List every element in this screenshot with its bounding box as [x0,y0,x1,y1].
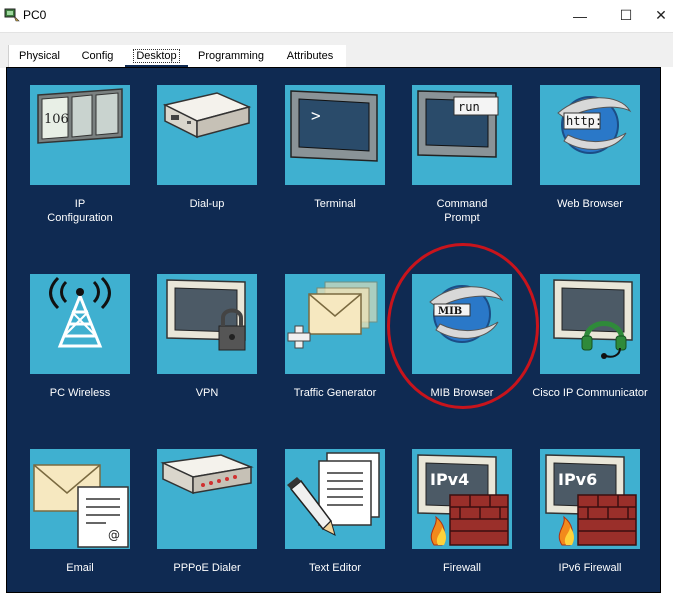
app-label: Command Prompt [436,198,488,224]
text-editor-icon [287,452,380,536]
minimize-button[interactable]: — [557,0,603,31]
tab-programming[interactable]: Programming [188,45,274,67]
maximize-button[interactable]: ☐ [603,0,649,31]
wireless-antenna-icon [49,276,111,348]
app-label: Firewall [443,562,481,574]
tab-attributes[interactable]: Attributes [274,45,346,67]
svg-text:http:: http: [566,114,602,128]
desktop-panel: 106 IP Configuration Dial-up > Terminal … [6,67,661,593]
packet-tracer-pc-icon [4,8,20,22]
app-label: PPPoE Dialer [173,562,241,574]
web-browser-icon: http: [557,96,632,154]
ip-config-icon: 106 [37,88,123,144]
app-label: Traffic Generator [293,387,377,399]
tab-desktop[interactable]: Desktop [125,45,188,69]
window-title: PC0 [23,8,47,22]
pc0-window: PC0 — ☐ ✕ Physical Config Desktop Progra… [0,0,673,593]
terminal-icon: > [290,90,378,162]
app-label: MIB Browser [430,387,494,399]
svg-text:106: 106 [44,112,69,127]
title-bar: PC0 — ☐ ✕ [0,0,673,32]
svg-text:MIB: MIB [438,306,462,317]
firewall-icon: IPv4 [417,454,509,546]
app-label: IP Configuration [47,198,113,224]
tab-physical[interactable]: Physical [8,45,70,67]
app-label: IPv6 Firewall [558,562,622,574]
close-icon: ✕ [655,7,667,23]
vpn-lock-icon [166,279,246,351]
app-label: Email [66,562,94,574]
email-icon: @ [33,464,129,548]
modem-icon [162,92,252,139]
mib-browser-icon: MIB [429,285,504,343]
app-label: PC Wireless [49,387,111,399]
app-label: Text Editor [309,562,361,574]
app-label: Dial-up [189,198,225,210]
app-label: Terminal [314,198,356,210]
pppoe-dialer-icon [160,454,254,495]
svg-text:IPv4: IPv4 [430,470,469,489]
minimize-icon: — [573,7,587,24]
app-label: Web Browser [557,198,623,210]
command-prompt-icon: run [417,90,499,158]
svg-text:IPv6: IPv6 [558,470,597,489]
close-button[interactable]: ✕ [649,0,673,31]
ipv6-firewall-icon: IPv6 [545,454,637,546]
svg-text:@: @ [108,528,120,542]
tab-bar: Physical Config Desktop Programming Attr… [0,32,673,69]
window-right-edge [661,67,673,593]
app-label: VPN [195,387,219,399]
tab-config[interactable]: Config [70,45,125,67]
maximize-icon: ☐ [619,7,633,23]
svg-text:>: > [311,106,321,125]
traffic-generator-icon [287,281,378,349]
app-label: Cisco IP Communicator [532,387,648,399]
ip-communicator-icon [553,279,633,359]
svg-text:run: run [458,100,480,114]
